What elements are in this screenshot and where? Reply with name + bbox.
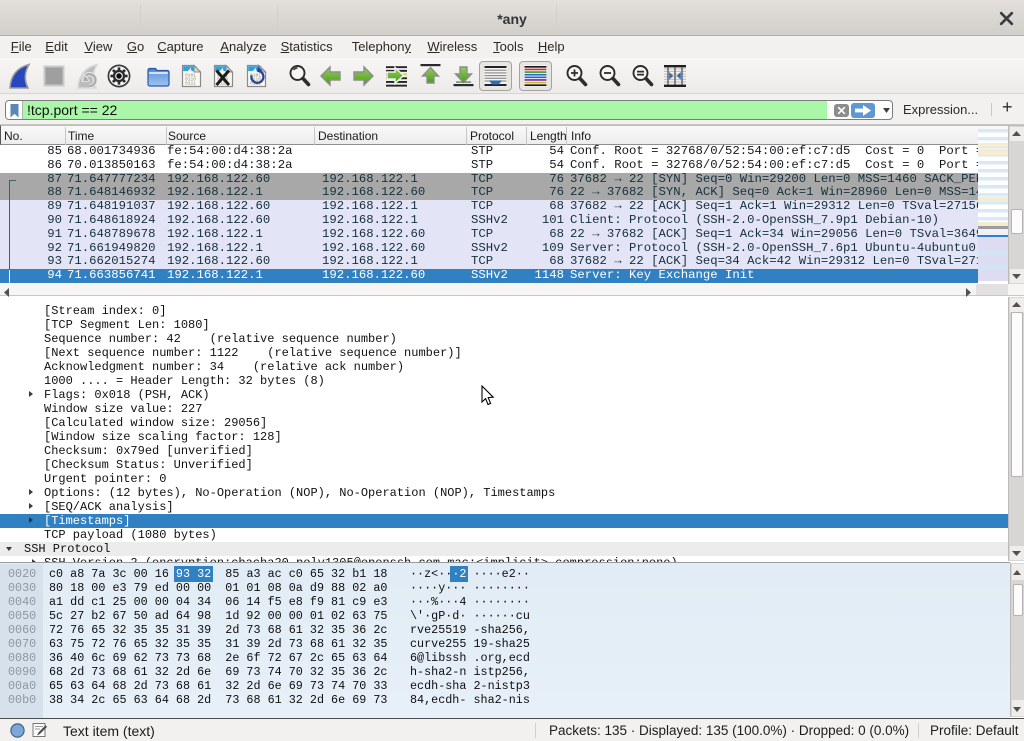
svg-text:0111: 0111 [185,81,196,87]
